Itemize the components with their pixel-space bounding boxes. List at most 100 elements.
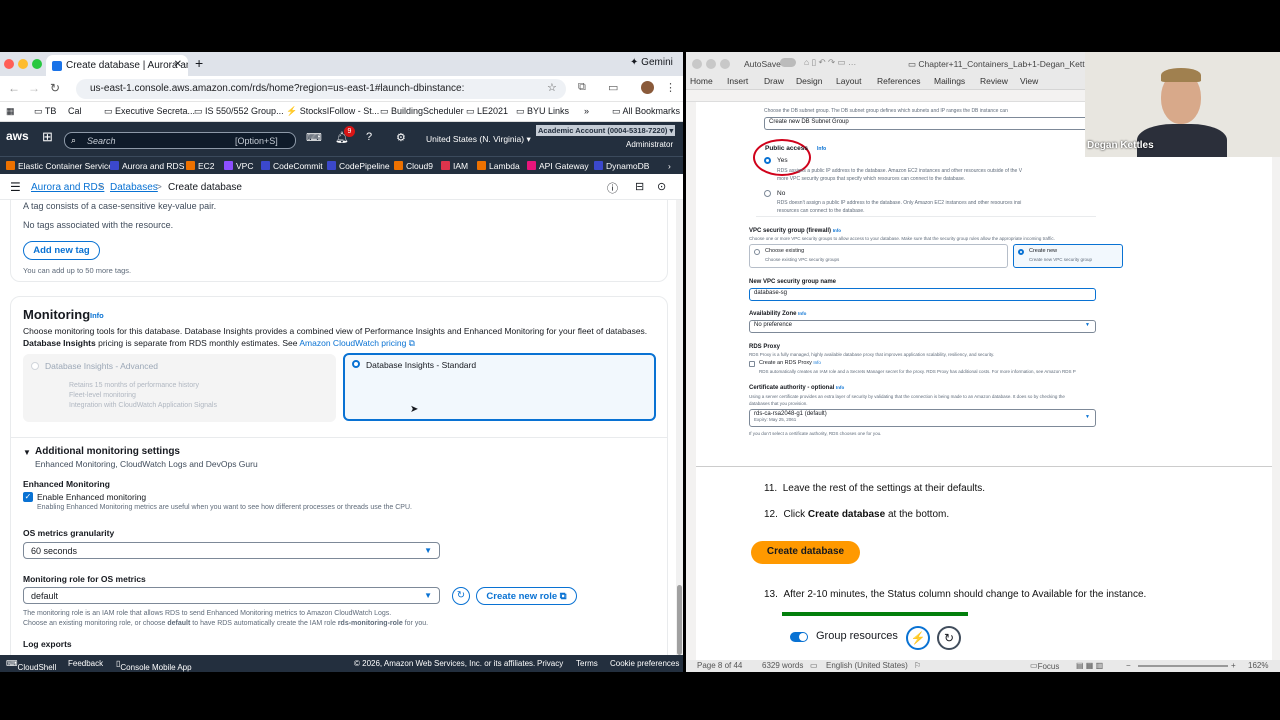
bookmark-item[interactable]: ▭ BYU Links [516, 106, 569, 117]
page-count[interactable]: Page 8 of 44 [697, 661, 742, 670]
forward-icon[interactable]: → [28, 81, 40, 95]
window-dot[interactable] [692, 59, 702, 69]
ribbon-tab-insert[interactable]: Insert [727, 76, 748, 86]
bookmark-item[interactable]: Cal [68, 106, 82, 116]
breadcrumb-aurora-rds[interactable]: Aurora and RDS [31, 182, 104, 193]
ribbon-tab-references[interactable]: References [877, 76, 920, 86]
cookie-preferences-link[interactable]: Cookie preferences [610, 659, 679, 668]
service-shortcut[interactable]: Lambda [477, 161, 520, 171]
ribbon-tab-review[interactable]: Review [980, 76, 1008, 86]
profile-avatar[interactable] [641, 81, 654, 94]
cloudshell-icon[interactable]: ⌨ [306, 131, 322, 144]
reload-icon[interactable]: ↻ [50, 81, 60, 95]
scrollbar-thumb[interactable] [677, 585, 682, 655]
ribbon-tab-home[interactable]: Home [690, 76, 713, 86]
cast-icon[interactable]: ▭ [608, 81, 618, 94]
bookmark-item[interactable]: ▭ LE2021 [466, 106, 508, 117]
monitoring-role-select[interactable]: default ▼ [23, 587, 440, 604]
info-circle-icon[interactable]: ⓘ [607, 180, 618, 196]
feedback-link[interactable]: Feedback [68, 659, 103, 668]
bookmark-star-icon[interactable]: ☆ [547, 81, 557, 94]
maximize-window-dot[interactable] [32, 59, 42, 69]
add-new-tag-button[interactable]: Add new tag [23, 241, 100, 260]
back-icon[interactable]: ← [8, 81, 20, 95]
granularity-select[interactable]: 60 seconds ▼ [23, 542, 440, 559]
url-input[interactable]: us-east-1.console.aws.amazon.com/rds/hom… [76, 79, 566, 99]
service-shortcut[interactable]: API Gateway [527, 161, 589, 171]
proofing-icon[interactable]: ▭ [810, 661, 818, 670]
cloudshell-footer-button[interactable]: ⌨ CloudShell [6, 659, 56, 672]
service-label: API Gateway [539, 161, 589, 171]
hamburger-menu-icon[interactable]: ☰ [10, 180, 21, 194]
cloudwatch-pricing-link[interactable]: Amazon CloudWatch pricing [299, 338, 406, 348]
gemini-button[interactable]: ✦ Gemini [630, 57, 673, 68]
privacy-link[interactable]: Privacy [537, 659, 563, 668]
services-grid-icon[interactable]: ⊞ [42, 129, 53, 145]
window-dot[interactable] [720, 59, 730, 69]
aws-logo[interactable]: aws [6, 129, 29, 143]
region-selector[interactable]: United States (N. Virginia) ▾ [426, 134, 531, 145]
tab-create-database[interactable]: Create database | Aurora and ✕ [46, 55, 188, 76]
service-shortcut[interactable]: Elastic Container Service [6, 161, 113, 171]
additional-settings-toggle[interactable]: Additional monitoring settings [35, 446, 180, 457]
help-icon[interactable]: ? [366, 131, 372, 143]
radio-standard[interactable] [352, 360, 360, 368]
window-dot[interactable] [706, 59, 716, 69]
service-shortcut[interactable]: VPC [224, 161, 253, 171]
bookmark-item[interactable]: ▭ IS 550/552 Group... [194, 106, 284, 117]
service-shortcut[interactable]: IAM [441, 161, 468, 171]
minimize-window-dot[interactable] [18, 59, 28, 69]
ribbon-tab-mailings[interactable]: Mailings [934, 76, 965, 86]
monitoring-info-link[interactable]: Info [90, 311, 104, 320]
mobile-app-link[interactable]: ▯ Console Mobile App [116, 659, 192, 672]
bookmark-item[interactable]: ⚡ StocksIFollow - St... [286, 106, 379, 117]
more-bookmarks-button[interactable]: » [584, 106, 589, 116]
autosave-toggle[interactable] [780, 58, 796, 67]
breadcrumb-databases[interactable]: Databases [110, 182, 158, 193]
close-window-dot[interactable] [4, 59, 14, 69]
view-mode-icons[interactable]: ▤ ▦ ▥ [1076, 661, 1103, 670]
gear-icon[interactable]: ⚙ [396, 131, 406, 144]
option-insights-standard[interactable]: Database Insights - Standard [343, 353, 656, 421]
ribbon-tab-design[interactable]: Design [796, 76, 822, 86]
service-shortcut[interactable]: Cloud9 [394, 161, 433, 171]
bookmark-item[interactable]: ▭ TB [34, 106, 56, 117]
service-shortcut[interactable]: Aurora and RDS [110, 161, 184, 171]
ribbon-tab-layout[interactable]: Layout [836, 76, 862, 86]
notifications-panel-icon[interactable]: ⊟ [635, 180, 644, 193]
accessibility-icon[interactable]: ⚐ [914, 661, 921, 670]
zoom-slider[interactable] [1138, 665, 1228, 667]
extensions-icon[interactable]: ⧉ [578, 81, 586, 94]
ribbon-tab-draw[interactable]: Draw [764, 76, 784, 86]
all-bookmarks[interactable]: ▭ All Bookmarks [612, 106, 680, 117]
page-scrollbar[interactable] [676, 200, 683, 655]
settings-panel-icon[interactable]: ⊙ [657, 180, 666, 193]
zoom-out-icon[interactable]: − [1126, 661, 1131, 670]
ribbon-tab-view[interactable]: View [1020, 76, 1038, 86]
service-shortcut[interactable]: CodePipeline [327, 161, 390, 171]
refresh-roles-icon[interactable]: ↻ [452, 587, 470, 605]
create-new-role-button[interactable]: Create new role ⧉ [476, 587, 577, 605]
menu-kebab-icon[interactable]: ⋮ [665, 81, 676, 94]
enable-enhanced-checkbox[interactable]: ✓ [23, 492, 33, 502]
terms-link[interactable]: Terms [576, 659, 598, 668]
new-tab-button[interactable]: + [195, 55, 203, 71]
more-services-chevron-icon[interactable]: › [668, 161, 671, 171]
search-input[interactable]: ⌕ Search [Option+S] [64, 132, 296, 149]
word-scrollbar[interactable] [1272, 102, 1280, 660]
close-tab-icon[interactable]: ✕ [174, 59, 182, 70]
focus-button[interactable]: ▭ Focus [1030, 661, 1059, 671]
language[interactable]: English (United States) [826, 661, 908, 670]
caret-down-icon[interactable]: ▼ [23, 448, 31, 457]
zoom-in-icon[interactable]: + [1231, 661, 1236, 670]
service-shortcut[interactable]: EC2 [186, 161, 215, 171]
service-shortcut[interactable]: CodeCommit [261, 161, 323, 171]
account-menu[interactable]: Academic Account (0004-5318-7220) ▾ [536, 125, 676, 136]
bookmark-item[interactable]: ▭ BuildingScheduler [380, 106, 464, 117]
quick-access-icons[interactable]: ⌂ ▯ ↶ ↷ ▭ … [804, 57, 856, 68]
bookmark-item[interactable]: ▭ Executive Secreta... [104, 106, 195, 117]
service-shortcut[interactable]: DynamoDB [594, 161, 649, 171]
zoom-level[interactable]: 162% [1248, 661, 1268, 670]
word-count[interactable]: 6329 words [762, 661, 803, 670]
apps-grid-icon[interactable]: ▦ [6, 106, 15, 117]
